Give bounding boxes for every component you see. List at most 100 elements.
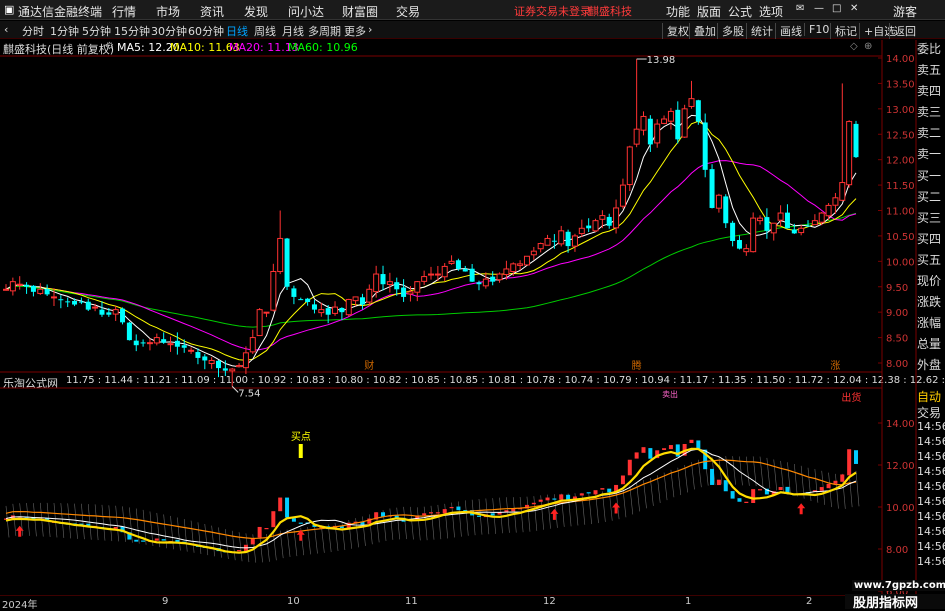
candle-body [503,268,510,276]
candle-body [345,298,352,316]
ma5-line [5,114,857,368]
candle-body [496,273,503,281]
candle-body [592,220,599,232]
candle-body [770,222,777,234]
hatch-line [835,473,839,509]
sub-candle [730,491,735,499]
y-tick-label: 8.00 [886,359,908,370]
y-tick-label: 9.00 [886,308,908,319]
sub-candle [298,522,303,524]
candle-body [613,207,620,229]
candle-body [236,365,243,368]
sub-yellow-line [5,447,857,554]
candle-body [133,340,139,346]
sub-candle [538,499,543,502]
candle-body [92,306,99,309]
sub-candle [264,528,269,530]
hatch-line [286,529,291,557]
sub-candle [826,483,831,489]
sub-candle [620,475,625,485]
small-sell-label: 卖出 [662,389,678,399]
candle-body [161,339,167,343]
candle-body [85,301,91,310]
candle-body [736,240,742,249]
sub-candle [648,448,653,459]
candle-body [359,297,365,305]
y-tick-label: 14.00 [886,54,915,65]
sub-candle [689,439,694,444]
order-book-panel: 委比 卖五 卖四 卖三 卖二 卖一 买一 买二 买三 买四 买五 现价 涨跌 涨… [917,40,945,380]
trade-label[interactable]: 交易 [917,404,945,420]
sub-candle [531,502,536,505]
candle-body [798,227,805,234]
hatch-line [773,459,778,491]
candle-body [37,288,44,294]
sub-candle [579,493,584,496]
candle-body [654,123,661,144]
candle-body [434,273,441,276]
candle-body [202,356,208,361]
candle-body [263,311,270,314]
hatch-line [122,506,126,542]
auto-label[interactable]: 自动 [917,388,945,404]
hatch-line [533,496,538,531]
hatch-line [444,503,449,539]
sub-candle [716,479,721,486]
candle-body [78,301,84,303]
sub-candle [476,515,481,517]
sub-candle [141,540,146,542]
candle-body [586,225,592,229]
sub-candle [429,512,433,514]
y-tick-label: 14.00 [886,419,915,430]
y-tick-label: 9.50 [886,283,908,294]
hatch-line [677,467,682,496]
candle-body [58,299,64,301]
sell-label: 出货 [841,391,861,404]
candle-body [50,296,57,299]
candle-body [140,342,146,344]
low-marker-label: 7.54 [238,388,260,399]
candle-body [647,118,653,145]
buy-arrow-icon [550,508,559,520]
kline-chart[interactable]: 13.98 7.54 财 腾 涨买点 出货 卖出 8.00 8.50 9.00 9.50 10.00… [0,0,945,609]
candle-body [565,231,571,247]
order-book-item: 卖三 [917,105,942,120]
hatch-line [101,504,106,541]
tick-time: 14:56 [917,540,945,553]
sub-candle [833,480,838,484]
candle-body [72,300,78,305]
event-marker: 涨 [830,360,840,372]
candle-body [311,304,317,310]
candle-body [476,282,482,285]
hatch-line [60,503,65,538]
buy-point-label: 买点 [291,431,311,443]
hatch-line [108,505,113,542]
candle-body [318,309,325,314]
sub-candle [847,449,852,476]
sub-candle [552,498,557,500]
order-book-item: 买三 [917,210,942,225]
hatch-line [423,506,428,541]
candle-body [270,271,277,311]
tick-time: 14:56 [917,450,945,463]
high-marker-label: 13.98 [647,55,676,66]
candle-body [126,322,132,341]
candle-body [784,212,790,229]
candle-body [825,204,832,217]
y-tick-label: 12.00 [886,156,915,167]
y-tick-label: 13.50 [886,79,915,90]
candle-body [277,237,284,273]
hatch-line [314,526,318,554]
hatch-line [273,532,277,561]
hatch-line [691,462,695,490]
date-tick: 9 [162,596,169,607]
hatch-line [410,506,414,540]
buy-arrow-icon [612,502,621,514]
hatch-line [94,504,99,541]
y-tick-label: 13.00 [886,105,915,116]
sub-candle [710,468,715,485]
hatch-line [519,496,524,533]
candle-body [394,282,400,290]
candle-body [818,212,825,223]
candle-body [832,197,839,206]
